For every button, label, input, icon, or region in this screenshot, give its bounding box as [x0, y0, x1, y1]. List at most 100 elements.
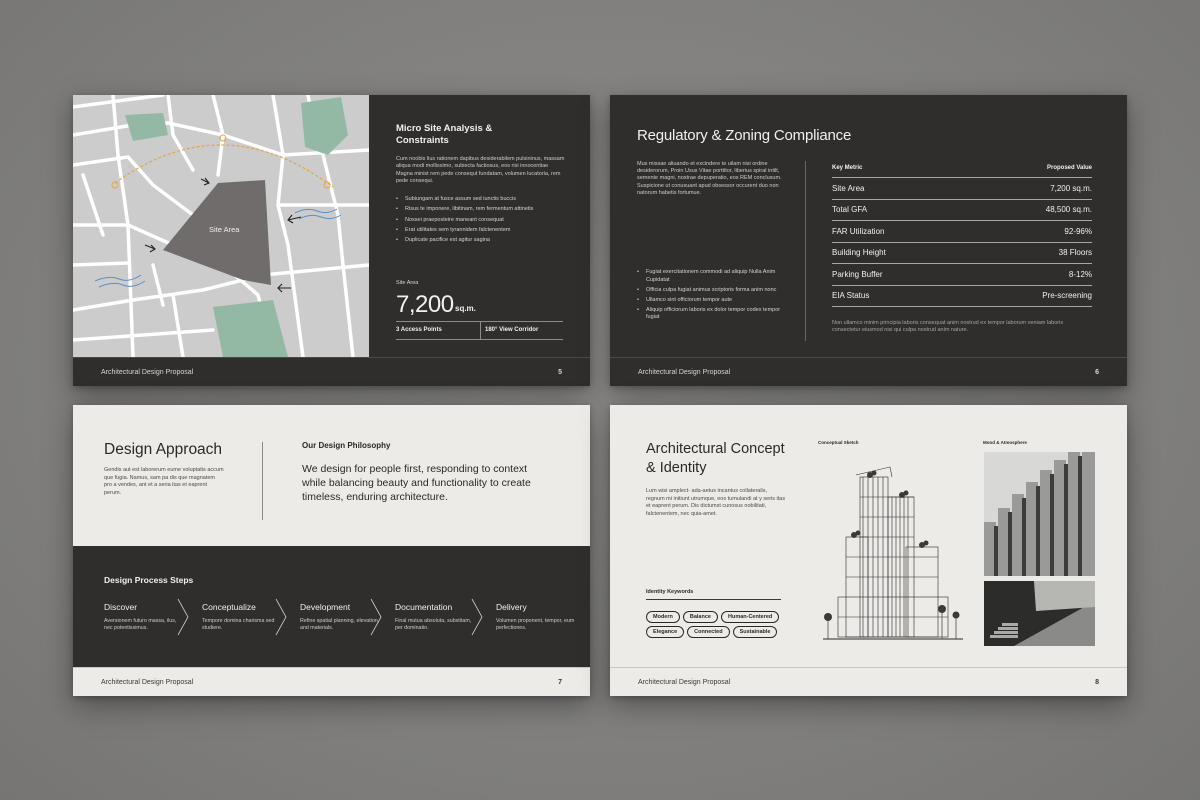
process-step: Delivery Volumen proponent, tempor, eum …	[496, 602, 576, 632]
divider	[480, 321, 481, 339]
cell-value: Pre-screening	[1042, 291, 1092, 301]
chevron-right-icon	[471, 598, 483, 636]
cell-value: 38 Floors	[1058, 248, 1092, 258]
mood-label: Mood & Atmosphere	[983, 440, 1027, 445]
site-area-value: 7,200	[396, 291, 454, 318]
list-item: Ullamco sint officiorum tempor aute	[637, 297, 787, 305]
slide-site-analysis[interactable]: Site Area Micro Site Analysis & Constrai…	[73, 95, 590, 386]
step-name: Discover	[104, 602, 138, 612]
step-desc: Volumen proponent, tempor, eum perfectio…	[496, 618, 575, 631]
divider	[262, 442, 263, 520]
table-header: Key Metric Proposed Value	[832, 165, 1092, 178]
table-row: Total GFA 48,500 sq.m.	[832, 200, 1092, 221]
footer-title: Architectural Design Proposal	[101, 368, 194, 376]
slide-footer: Architectural Design Proposal 8	[610, 667, 1127, 696]
table-row: Parking Buffer 8-12%	[832, 264, 1092, 286]
bullet-list: Subiungam at fusce assum sed iunctis buc…	[396, 194, 563, 246]
slide-concept-identity[interactable]: Architectural Concept & Identity Lum wis…	[610, 405, 1127, 696]
process-step: Development Refine spatial planning, ele…	[300, 602, 380, 632]
step-desc: Refine spatial planning, elevation, and …	[300, 618, 380, 631]
steps-title: Design Process Steps	[104, 575, 194, 585]
mood-photo-facade	[984, 452, 1095, 576]
list-item: Erat utilitates sem tyrannidem falctenen…	[396, 225, 563, 236]
stat-access-points: 3 Access Points	[396, 327, 442, 333]
cell-metric: Parking Buffer	[832, 269, 883, 279]
slide-design-approach[interactable]: Design Approach Gendis aut est laborerum…	[73, 405, 590, 696]
cell-metric: Site Area	[832, 183, 865, 193]
keyword-chip: Human-Centered	[720, 611, 780, 623]
process-step: Conceptualize Tempore domina charisma se…	[202, 602, 282, 632]
keywords-label: Identity Keywords	[646, 589, 694, 595]
page-number: 6	[1095, 368, 1099, 376]
step-name: Documentation	[395, 602, 453, 612]
list-item: Subiungam at fusce assum sed iunctis buc…	[396, 194, 563, 205]
slide-footer: Architectural Design Proposal 6	[610, 357, 1127, 386]
slide-title: Regulatory & Zoning Compliance	[637, 127, 852, 144]
slide-zoning-compliance[interactable]: Regulatory & Zoning Compliance Mus missa…	[610, 95, 1127, 386]
slide-footer: Architectural Design Proposal 7	[73, 667, 590, 696]
process-step: Documentation Final mutua absoluta, subs…	[395, 602, 475, 632]
divider	[396, 339, 563, 340]
step-name: Delivery	[496, 602, 527, 612]
cell-value: 8-12%	[1068, 269, 1092, 279]
divider	[646, 599, 781, 600]
chevron-right-icon	[177, 598, 189, 636]
bullet-list: Fugiat exercitationem commodi ad aliquip…	[637, 269, 787, 324]
page-number: 5	[558, 368, 562, 376]
table-row: FAR Utilization 92-96%	[832, 221, 1092, 243]
sketch-label: Conceptual Sketch	[818, 440, 859, 445]
table-note: Non ullamco minim principia laboris cons…	[832, 320, 1064, 333]
mood-photo-stairs	[984, 581, 1095, 646]
list-item: Officia culpa fugiat animus scriptoris f…	[637, 287, 787, 295]
page-number: 7	[558, 678, 562, 686]
step-desc: Aversionem futuro massa, ilus, nec poten…	[104, 618, 177, 631]
header-value: Proposed Value	[1046, 165, 1092, 171]
keyword-chips: Modern Balance Human-Centered Elegance C…	[646, 611, 796, 638]
list-item: Risus te imponere, libitinam, rem fermen…	[396, 204, 563, 215]
step-name: Development	[300, 602, 351, 612]
slide-footer: Architectural Design Proposal 5	[73, 357, 590, 386]
slide-title: Architectural Concept & Identity	[646, 441, 785, 476]
slide-body: Cum noobis lius rationem dapibus desider…	[396, 156, 565, 184]
slide-title: Design Approach	[104, 441, 223, 458]
list-item: Duplicate pacifice est agitur sagina	[396, 235, 563, 246]
keyword-chip: Sustainable	[732, 626, 778, 638]
process-step: Discover Aversionem futuro massa, ilus, …	[104, 602, 184, 632]
keyword-chip: Balance	[682, 611, 718, 623]
step-desc: Final mutua absoluta, substitam, per dom…	[395, 618, 472, 631]
footer-title: Architectural Design Proposal	[101, 678, 194, 686]
list-item: Aliquip officiorum laboris ex dolor temp…	[637, 307, 787, 322]
cell-metric: EIA Status	[832, 291, 870, 301]
list-item: Fugiat exercitationem commodi ad aliquip…	[637, 269, 787, 284]
site-analysis-panel: Micro Site Analysis & Constraints Cum no…	[369, 95, 590, 357]
chevron-right-icon	[275, 598, 287, 636]
cell-value: 48,500 sq.m.	[1045, 205, 1092, 215]
slide-body: Gendis aut est laborerum eume voluptatis…	[104, 467, 224, 496]
list-item: Nossei praeposteire maneant consequat	[396, 215, 563, 226]
cell-metric: Total GFA	[832, 205, 868, 215]
philosophy-label: Our Design Philosophy	[302, 441, 391, 450]
metrics-table: Key Metric Proposed Value Site Area 7,200…	[832, 165, 1092, 307]
table-row: Building Height 38 Floors	[832, 243, 1092, 264]
site-area-unit: sq.m.	[455, 304, 476, 313]
header-metric: Key Metric	[832, 165, 863, 171]
footer-title: Architectural Design Proposal	[638, 368, 731, 376]
cell-value: 7,200 sq.m.	[1050, 183, 1092, 193]
divider	[805, 161, 806, 341]
slide-title: Micro Site Analysis & Constraints	[396, 123, 493, 146]
keyword-chip: Modern	[646, 611, 680, 623]
site-map: Site Area	[73, 95, 371, 359]
table-row: Site Area 7,200 sq.m.	[832, 178, 1092, 200]
process-band: Design Process Steps Discover Aversionem…	[73, 546, 590, 667]
stat-view-corridor: 180° View Corridor	[485, 327, 539, 333]
conceptual-sketch-image	[823, 466, 963, 640]
philosophy-text: We design for people first, responding t…	[302, 463, 531, 503]
page-number: 8	[1095, 678, 1099, 686]
keyword-chip: Elegance	[646, 626, 685, 638]
keyword-chip: Connected	[687, 626, 730, 638]
cell-value: 92-96%	[1064, 226, 1092, 236]
step-name: Conceptualize	[202, 602, 256, 612]
step-desc: Tempore domina charisma sed studiere.	[202, 618, 275, 631]
chevron-right-icon	[370, 598, 382, 636]
slide-body: Lum wisi amplect- ada-aetus incantus col…	[646, 488, 786, 517]
